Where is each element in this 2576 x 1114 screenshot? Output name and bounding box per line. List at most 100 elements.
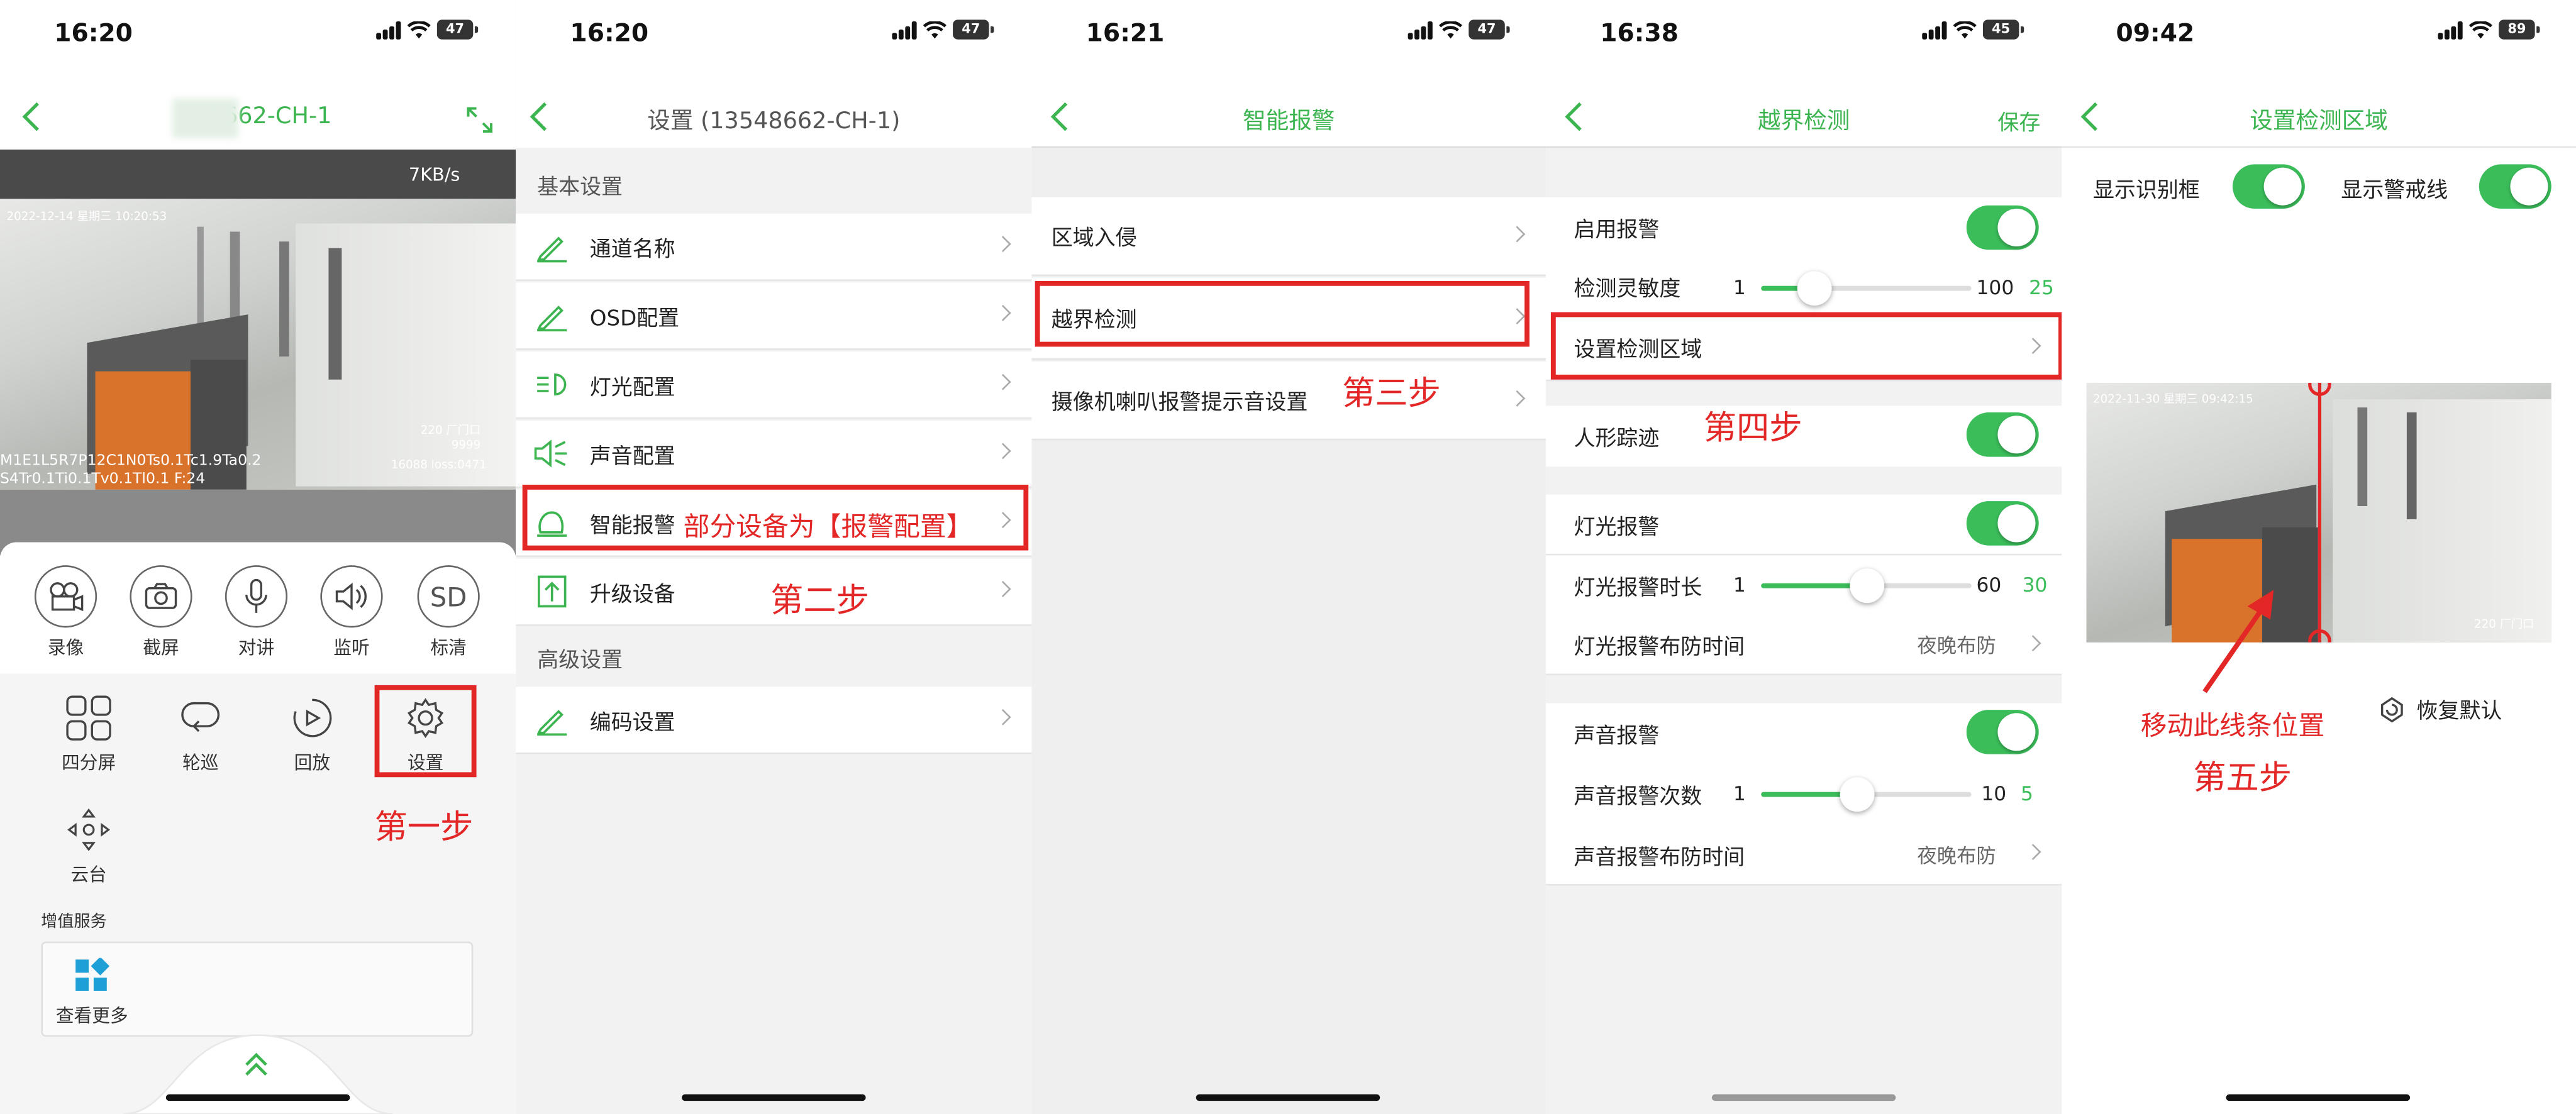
value-added-heading: 增值服务 <box>41 913 107 932</box>
home-indicator <box>2226 1094 2411 1101</box>
quality-button[interactable]: SD 标清 <box>413 565 485 661</box>
quad-view-button[interactable]: 四分屏 <box>53 693 125 776</box>
patrol-button[interactable]: 轮巡 <box>164 693 236 776</box>
item-label: 区域入侵 <box>1051 226 1137 251</box>
settings-item-channel-name[interactable]: 通道名称 <box>516 213 1032 281</box>
more-label: 查看更多 <box>55 1005 128 1027</box>
light-alarm-toggle[interactable] <box>1966 501 2039 546</box>
item-label: 升级设备 <box>589 582 675 607</box>
status-icons: 45 <box>1922 19 2024 40</box>
status-time: 16:38 <box>1600 18 1679 48</box>
human-track-toggle[interactable] <box>1966 412 2039 457</box>
battery-icon: 89 <box>2499 19 2540 40</box>
smart-alarm-screen: 16:21 47 智能报警 区域入侵 越界检测 摄像机喇叭报警提示音设置 第三步 <box>1031 0 1546 1114</box>
area-preview-video[interactable]: 2022-11-30 星期三 09:42:15 220 厂门口 <box>2086 382 2551 642</box>
settings-item-encoding[interactable]: 编码设置 <box>516 687 1032 754</box>
back-icon[interactable] <box>2078 99 2101 135</box>
settings-item-light[interactable]: 灯光配置 <box>516 351 1032 419</box>
back-icon[interactable] <box>1562 99 1585 135</box>
battery-icon: 45 <box>1982 19 2024 40</box>
status-icons: 47 <box>376 19 479 40</box>
more-button[interactable]: 查看更多 <box>51 956 133 1029</box>
osd-debug-2: S4Tr0.1Ti0.1Tv0.1Tl0.1 F:24 <box>0 472 206 488</box>
enable-alarm-toggle[interactable] <box>1966 205 2039 250</box>
step-label: 第三步 <box>1342 373 1441 413</box>
show-line-toggle[interactable] <box>2479 164 2551 209</box>
step-label: 第四步 <box>1703 407 1802 447</box>
sound-count-slider[interactable] <box>1761 777 1972 812</box>
ptz-button[interactable]: 云台 <box>53 805 125 888</box>
highlight-set-area <box>1550 312 2062 380</box>
row-label: 检测灵敏度 <box>1574 277 1681 302</box>
battery-icon: 47 <box>953 19 994 40</box>
status-time: 16:20 <box>570 18 649 48</box>
slider-knob[interactable] <box>1797 271 1832 306</box>
light-schedule-row[interactable]: 灯光报警布防时间 夜晚布防 <box>1546 616 2062 676</box>
step-label: 第一步 <box>374 807 474 847</box>
settings-item-osd[interactable]: OSD配置 <box>516 282 1032 350</box>
move-hint-label: 移动此线条位置 <box>2140 710 2325 741</box>
osd-location: 220 厂门口 9999 <box>420 424 481 452</box>
speaker-icon <box>335 582 367 610</box>
battery-icon: 47 <box>1468 19 1510 40</box>
back-icon[interactable] <box>1048 99 1072 135</box>
chevron-right-icon <box>994 236 1011 253</box>
item-label: 声音配置 <box>589 444 675 470</box>
row-label: 灯光报警布防时间 <box>1574 636 1745 661</box>
playback-icon <box>293 698 332 737</box>
row-label: 声音报警次数 <box>1574 785 1702 810</box>
page-title: 设置检测区域 <box>2250 108 2388 135</box>
alarm-item-speaker-sound[interactable]: 摄像机喇叭报警提示音设置 <box>1031 361 1546 441</box>
blurred-id <box>172 98 238 138</box>
light-duration-slider[interactable] <box>1761 568 1972 604</box>
schedule-value: 夜晚布防 <box>1917 634 1996 658</box>
pencil-icon <box>536 710 567 736</box>
guard-line[interactable] <box>2318 382 2322 642</box>
chevron-double-up-icon[interactable] <box>243 1052 270 1078</box>
screenshot-composite: 16:20 47 13662-CH-1 7KB/s 2022-12-14 星期三… <box>0 0 2576 1114</box>
quad-view-label: 四分屏 <box>61 753 116 775</box>
chevron-right-icon <box>2024 634 2041 651</box>
slider-max: 60 <box>1976 573 2002 597</box>
restore-default-button[interactable]: 恢复默认 <box>2377 693 2502 725</box>
guard-line-handle-top[interactable] <box>2308 382 2331 396</box>
listen-button[interactable]: 监听 <box>316 565 388 661</box>
back-icon[interactable] <box>19 99 43 135</box>
microphone-icon <box>245 578 267 613</box>
item-label: 通道名称 <box>589 237 675 262</box>
record-button[interactable]: 录像 <box>30 565 102 661</box>
sound-schedule-row[interactable]: 声音报警布防时间 夜晚布防 <box>1546 825 2062 886</box>
slider-max: 10 <box>1981 782 2007 805</box>
sensitivity-slider[interactable] <box>1761 271 1972 306</box>
slider-max: 100 <box>1976 276 2014 299</box>
show-box-toggle[interactable] <box>2232 164 2305 209</box>
screenshot-button[interactable]: 截屏 <box>125 565 197 661</box>
settings-screen: 16:20 47 设置 (13548662-CH-1) 基本设置 通道名称 OS… <box>516 0 1032 1114</box>
home-indicator <box>165 1094 350 1101</box>
osd-location: 220 厂门口 <box>2473 617 2534 631</box>
save-button[interactable]: 保存 <box>1997 105 2040 136</box>
alarm-item-intrusion[interactable]: 区域入侵 <box>1031 197 1546 277</box>
item-label: 灯光配置 <box>589 375 675 400</box>
fullscreen-icon[interactable] <box>465 105 494 135</box>
slider-knob[interactable] <box>1850 568 1885 604</box>
settings-item-sound[interactable]: 声音配置 <box>516 421 1032 488</box>
chevron-right-icon <box>2024 844 2041 861</box>
live-view-screen: 16:20 47 13662-CH-1 7KB/s 2022-12-14 星期三… <box>0 0 516 1114</box>
back-icon[interactable] <box>528 99 551 135</box>
signal-icon <box>892 20 917 39</box>
signal-icon <box>376 20 401 39</box>
wifi-icon <box>1953 20 1977 38</box>
pencil-icon <box>536 306 567 332</box>
sound-icon <box>534 439 567 468</box>
slider-knob[interactable] <box>1839 777 1874 812</box>
schedule-value: 夜晚布防 <box>1917 844 1996 867</box>
battery-icon: 47 <box>436 19 479 40</box>
talk-button[interactable]: 对讲 <box>220 565 292 661</box>
playback-button[interactable]: 回放 <box>276 693 348 776</box>
sound-alarm-toggle[interactable] <box>1966 710 2039 754</box>
osd-time: 2022-12-14 星期三 10:20:53 <box>6 210 167 224</box>
slider-value: 25 <box>2029 276 2054 299</box>
live-video[interactable]: 2022-12-14 星期三 10:20:53 M1E1L5R7P12C1N0T… <box>0 199 516 490</box>
slider-value: 30 <box>2022 573 2048 597</box>
